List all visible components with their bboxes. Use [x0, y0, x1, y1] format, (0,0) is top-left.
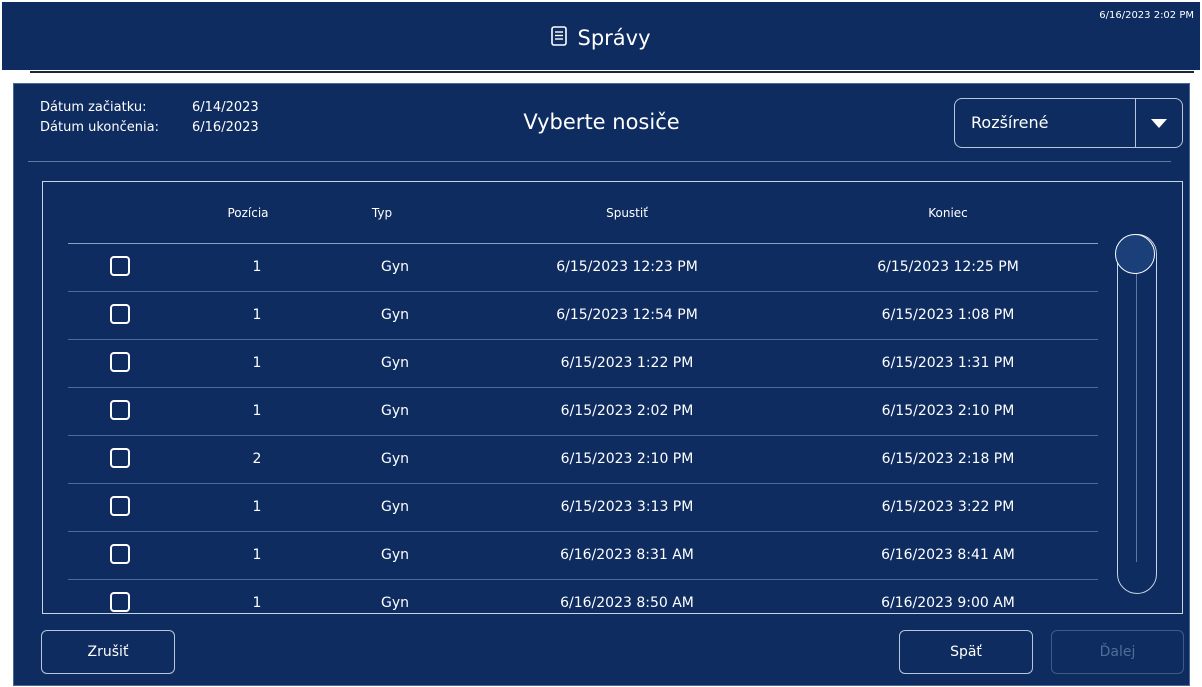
main-panel: Dátum začiatku: 6/14/2023 Dátum ukončeni…: [13, 83, 1190, 686]
reports-screen: 6/16/2023 2:02 PM Správy Dátum začiatku:…: [0, 0, 1202, 687]
section-divider: [28, 161, 1171, 162]
scrollbar-rail: [1136, 272, 1137, 562]
cell-end: 6/16/2023 9:00 AM: [881, 595, 1015, 611]
row-checkbox[interactable]: [110, 448, 130, 468]
row-checkbox[interactable]: [110, 352, 130, 372]
cell-start: 6/16/2023 8:50 AM: [560, 595, 694, 611]
column-header-end: Koniec: [928, 206, 968, 220]
cell-end: 6/16/2023 8:41 AM: [881, 547, 1015, 563]
cell-start: 6/15/2023 12:54 PM: [556, 307, 698, 323]
cell-start: 6/15/2023 12:23 PM: [556, 259, 698, 275]
cell-end: 6/15/2023 2:10 PM: [881, 403, 1015, 419]
cell-end: 6/15/2023 1:08 PM: [881, 307, 1015, 323]
cell-type: Gyn: [380, 403, 410, 419]
dropdown-toggle-button[interactable]: [1135, 99, 1182, 147]
cell-type: Gyn: [380, 259, 410, 275]
cell-end: 6/15/2023 2:18 PM: [881, 451, 1015, 467]
cell-start: 6/15/2023 2:10 PM: [560, 451, 694, 467]
cancel-button[interactable]: Zrušiť: [41, 630, 175, 674]
back-button[interactable]: Späť: [899, 630, 1033, 674]
row-checkbox[interactable]: [110, 400, 130, 420]
document-icon: [551, 26, 568, 50]
table-row[interactable]: 1 Gyn 6/15/2023 3:13 PM 6/15/2023 3:22 PM: [43, 484, 1123, 532]
header-divider: [30, 71, 1194, 73]
cell-type: Gyn: [380, 451, 410, 467]
scrollbar-thumb[interactable]: [1115, 234, 1155, 274]
table-row[interactable]: 1 Gyn 6/16/2023 8:50 AM 6/16/2023 9:00 AM: [43, 580, 1123, 613]
row-checkbox[interactable]: [110, 256, 130, 276]
cell-position: 2: [252, 451, 262, 467]
cell-type: Gyn: [380, 499, 410, 515]
row-checkbox[interactable]: [110, 544, 130, 564]
cell-type: Gyn: [380, 307, 410, 323]
cell-type: Gyn: [380, 595, 410, 611]
table-body: 1 Gyn 6/15/2023 12:23 PM 6/15/2023 12:25 PM…: [43, 244, 1123, 613]
cell-position: 1: [252, 547, 262, 563]
row-checkbox[interactable]: [110, 592, 130, 612]
clock: 6/16/2023 2:02 PM: [1099, 10, 1194, 21]
cell-start: 6/15/2023 3:13 PM: [560, 499, 694, 515]
cell-end: 6/15/2023 12:25 PM: [877, 259, 1019, 275]
cell-start: 6/15/2023 1:22 PM: [560, 355, 694, 371]
cell-position: 1: [252, 403, 262, 419]
carrier-table: Pozícia Typ Spustiť Koniec 1 Gyn 6/15/2023…: [42, 181, 1183, 614]
chevron-down-icon: [1151, 119, 1167, 128]
cell-start: 6/16/2023 8:31 AM: [560, 547, 694, 563]
table-row[interactable]: 1 Gyn 6/16/2023 8:31 AM 6/16/2023 8:41 AM: [43, 532, 1123, 580]
table-header: Pozícia Typ Spustiť Koniec: [43, 182, 1182, 244]
page-header-title: Správy: [577, 26, 651, 50]
cell-type: Gyn: [380, 547, 410, 563]
table-row[interactable]: 1 Gyn 6/15/2023 1:22 PM 6/15/2023 1:31 PM: [43, 340, 1123, 388]
cell-position: 1: [252, 307, 262, 323]
row-checkbox[interactable]: [110, 304, 130, 324]
header-bar: 6/16/2023 2:02 PM Správy: [2, 2, 1200, 70]
cell-position: 1: [252, 595, 262, 611]
header-title: Správy: [2, 26, 1200, 50]
cell-type: Gyn: [380, 355, 410, 371]
column-header-start: Spustiť: [606, 206, 648, 220]
cell-position: 1: [252, 259, 262, 275]
next-button[interactable]: Ďalej: [1051, 630, 1184, 674]
filter-dropdown[interactable]: Rozšírené: [954, 98, 1183, 148]
cell-start: 6/15/2023 2:02 PM: [560, 403, 694, 419]
cell-end: 6/15/2023 3:22 PM: [881, 499, 1015, 515]
scrollbar-track[interactable]: [1117, 234, 1157, 594]
table-row[interactable]: 2 Gyn 6/15/2023 2:10 PM 6/15/2023 2:18 PM: [43, 436, 1123, 484]
cell-end: 6/15/2023 1:31 PM: [881, 355, 1015, 371]
table-row[interactable]: 1 Gyn 6/15/2023 12:23 PM 6/15/2023 12:25 PM: [43, 244, 1123, 292]
column-header-type: Typ: [371, 206, 393, 220]
dropdown-value: Rozšírené: [971, 113, 1049, 132]
cell-position: 1: [252, 355, 262, 371]
table-row[interactable]: 1 Gyn 6/15/2023 2:02 PM 6/15/2023 2:10 PM: [43, 388, 1123, 436]
column-header-position: Pozícia: [227, 206, 269, 220]
table-row[interactable]: 1 Gyn 6/15/2023 12:54 PM 6/15/2023 1:08 PM: [43, 292, 1123, 340]
cell-position: 1: [252, 499, 262, 515]
row-checkbox[interactable]: [110, 496, 130, 516]
